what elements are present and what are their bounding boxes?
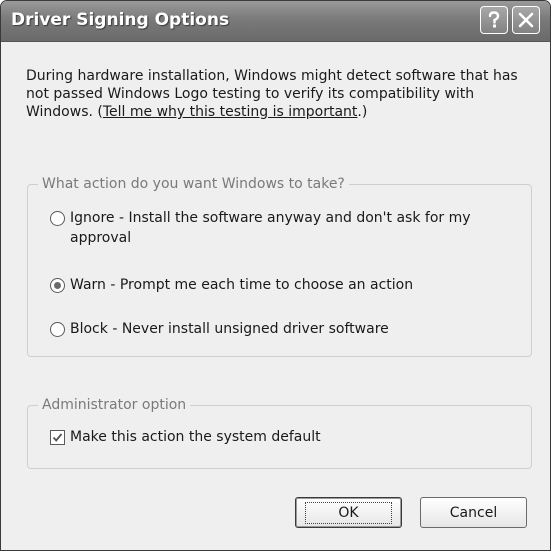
cancel-button[interactable]: Cancel [420,497,527,528]
system-default-label: Make this action the system default [70,429,321,445]
close-button[interactable] [512,6,540,34]
radio-block[interactable]: Block - Never install unsigned driver so… [50,319,389,339]
description-text: During hardware installation, Windows mi… [26,67,526,121]
close-icon [518,12,534,28]
checkmark-icon [52,433,63,442]
radio-block-label: Block - Never install unsigned driver so… [70,321,389,337]
help-button[interactable] [480,6,508,34]
system-default-checkbox[interactable] [50,430,65,445]
dialog-title: Driver Signing Options [11,10,230,30]
help-link[interactable]: Tell me why this testing is important [103,104,358,120]
radio-ignore-label: Ignore - Install the software anyway and… [70,210,471,246]
radio-button[interactable] [50,211,65,226]
driver-signing-dialog: Driver Signing Options During hardware i… [0,0,551,551]
cancel-button-label: Cancel [449,504,498,521]
radio-ignore[interactable]: Ignore - Install the software anyway and… [50,208,510,248]
ok-button[interactable]: OK [295,497,402,528]
description-suffix: .) [357,104,368,120]
radio-button-selected[interactable] [50,278,65,293]
radio-button[interactable] [50,322,65,337]
question-icon [488,11,500,28]
action-group-legend: What action do you want Windows to take? [38,175,349,193]
system-default-checkbox-row[interactable]: Make this action the system default [50,427,321,447]
ok-button-label: OK [305,501,392,524]
radio-warn-label: Warn - Prompt me each time to choose an … [70,277,414,293]
title-bar[interactable]: Driver Signing Options [1,1,550,42]
radio-warn[interactable]: Warn - Prompt me each time to choose an … [50,275,413,295]
admin-group-legend: Administrator option [38,396,191,414]
action-groupbox: What action do you want Windows to take?… [27,175,532,357]
admin-groupbox: Administrator option Make this action th… [27,396,532,469]
